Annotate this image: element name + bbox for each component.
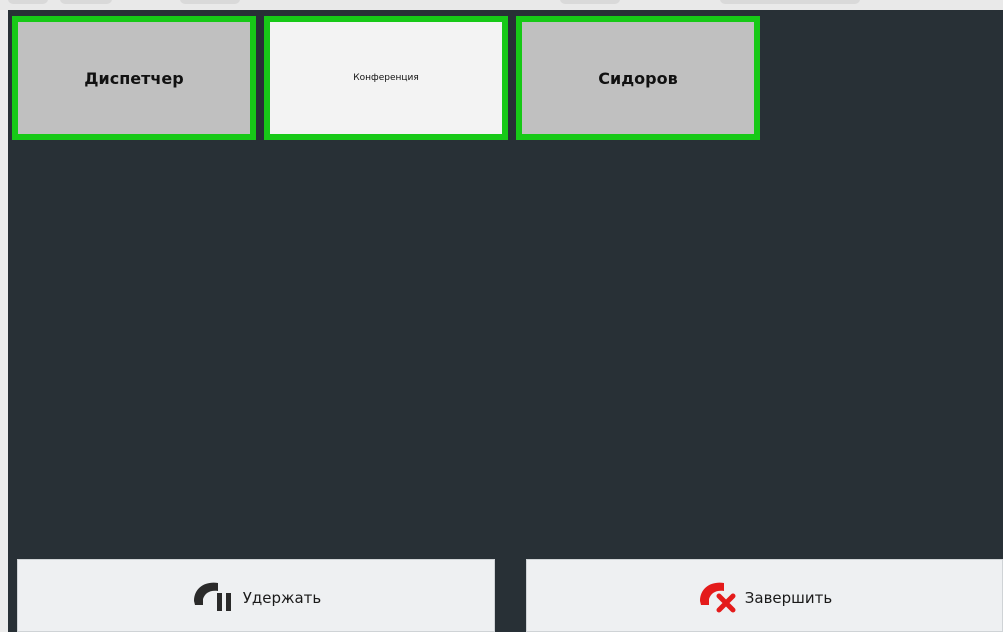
phone-hold-icon bbox=[191, 579, 241, 613]
end-call-button-label: Завершить bbox=[744, 588, 833, 607]
contact-tile-dispatcher[interactable]: Диспетчер bbox=[12, 16, 256, 140]
app-window: Диспетчер Конференция Сидоров Удержать З… bbox=[0, 0, 1003, 632]
contact-tile-label: Конференция bbox=[353, 73, 419, 83]
top-strip-tab bbox=[560, 0, 620, 4]
contact-tile-label: Диспетчер bbox=[84, 68, 184, 88]
top-strip-tab bbox=[60, 0, 112, 4]
call-panel: Диспетчер Конференция Сидоров Удержать З… bbox=[8, 10, 1003, 632]
top-strip-tab bbox=[180, 0, 240, 4]
contact-tile-label: Сидоров bbox=[598, 68, 678, 88]
top-strip-tab bbox=[720, 0, 860, 4]
top-strip bbox=[0, 0, 1003, 10]
phone-hangup-icon bbox=[697, 579, 743, 613]
top-strip-tab bbox=[8, 0, 48, 4]
end-call-button[interactable]: Завершить bbox=[526, 559, 1003, 632]
hold-button-label: Удержать bbox=[242, 588, 322, 607]
contact-tile-sidorov[interactable]: Сидоров bbox=[516, 16, 760, 140]
contact-tile-conference[interactable]: Конференция bbox=[264, 16, 508, 140]
hold-button[interactable]: Удержать bbox=[17, 559, 495, 632]
